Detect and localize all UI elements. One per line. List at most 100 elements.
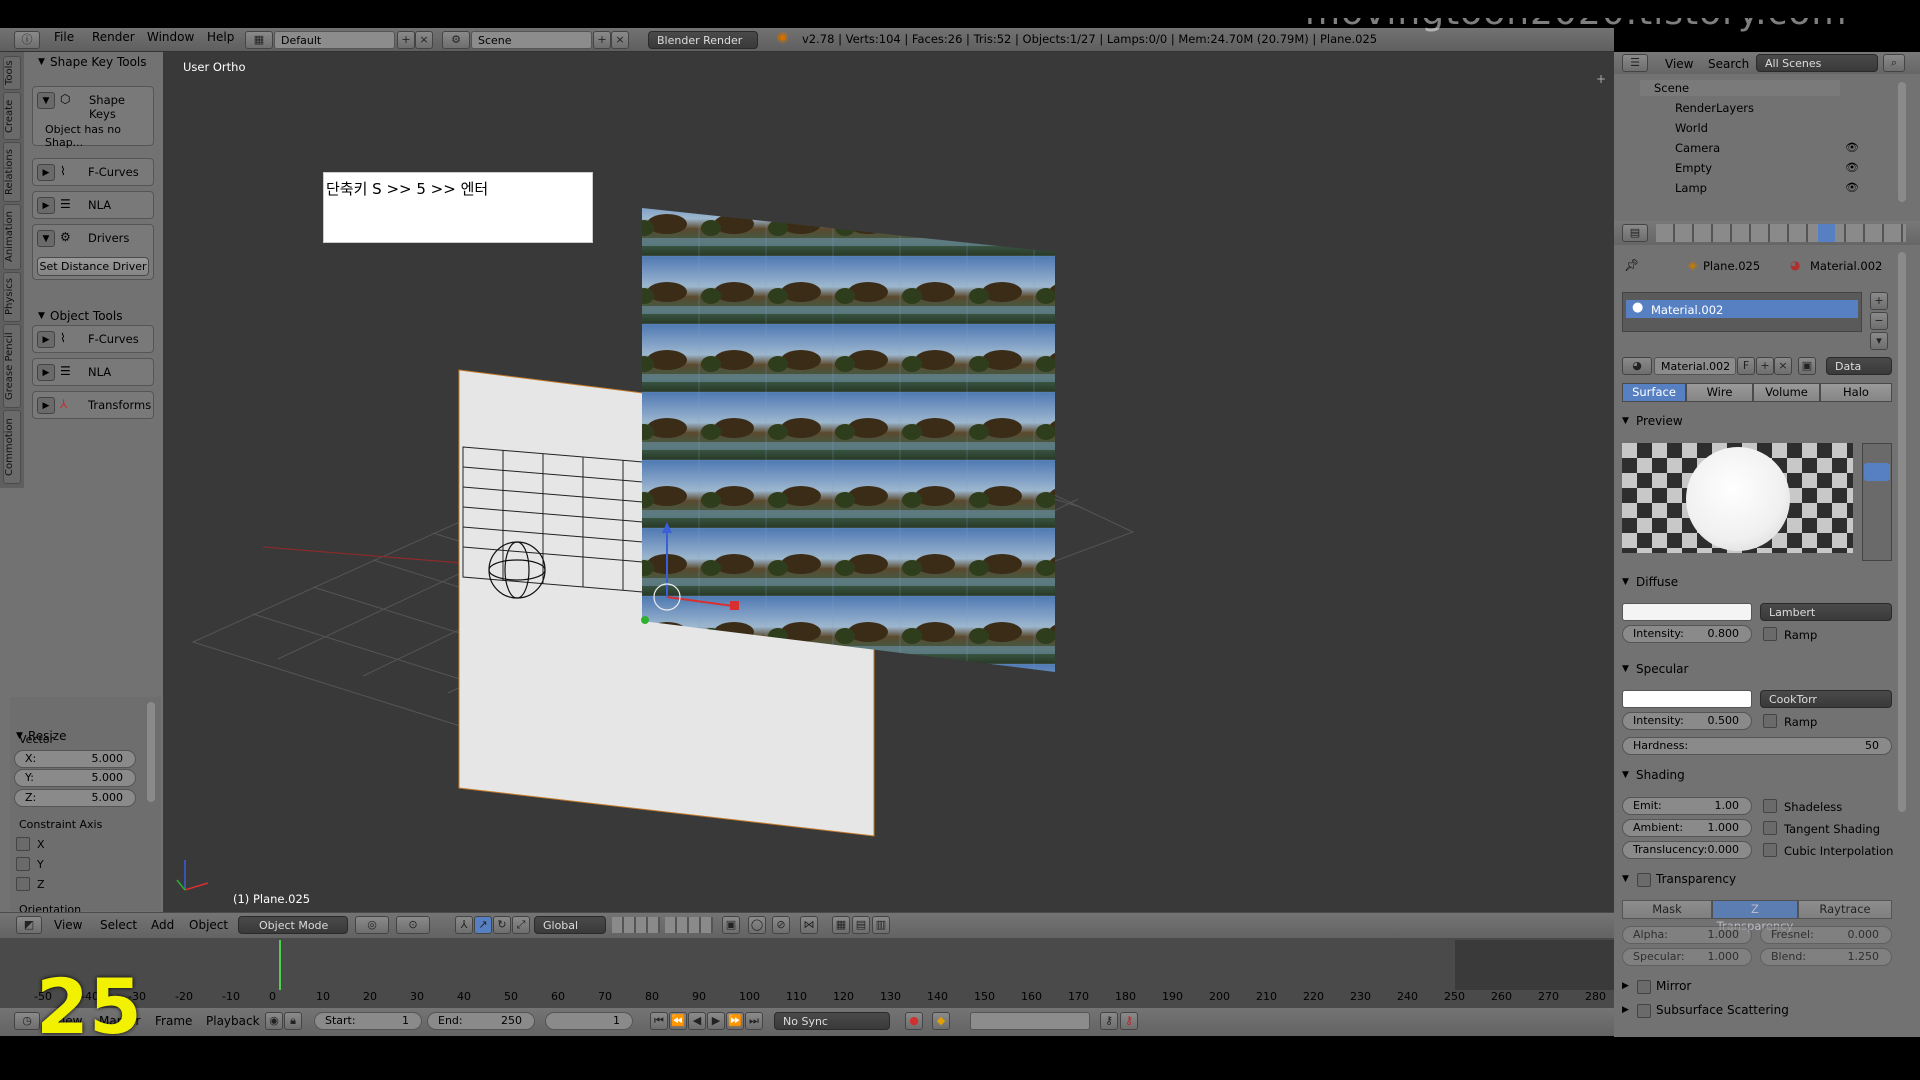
viewport-editor-icon[interactable]: ◩ bbox=[16, 916, 42, 934]
expand-toggle[interactable]: ▶ bbox=[37, 397, 55, 414]
shadeless-checkbox[interactable] bbox=[1763, 799, 1777, 813]
tab-animation[interactable]: Animation bbox=[3, 204, 21, 270]
material-slot-name[interactable]: Material.002 bbox=[1651, 303, 1723, 317]
mirror-checkbox[interactable] bbox=[1637, 980, 1651, 994]
shading-header[interactable]: Shading bbox=[1622, 768, 1685, 782]
3d-viewport[interactable]: User Ortho + 단축키 S >> 5 >> 엔터 (1) Plane.… bbox=[163, 52, 1614, 912]
tab-halo[interactable]: Halo bbox=[1820, 383, 1892, 402]
scene-icon[interactable]: ⚙ bbox=[442, 31, 470, 49]
alpha-field[interactable]: Alpha: 1.000 bbox=[1622, 926, 1752, 944]
specular-header[interactable]: Specular bbox=[1622, 662, 1688, 676]
menu-window[interactable]: Window bbox=[147, 30, 194, 44]
remove-layout-icon[interactable]: × bbox=[415, 31, 433, 49]
add-scene-icon[interactable]: + bbox=[593, 31, 611, 49]
keying-set-field[interactable] bbox=[970, 1012, 1090, 1030]
specular-color-swatch[interactable] bbox=[1622, 690, 1752, 708]
menu-render[interactable]: Render bbox=[92, 30, 135, 44]
fresnel-field[interactable]: Fresnel: 0.000 bbox=[1760, 926, 1892, 944]
menu-help[interactable]: Help bbox=[207, 30, 234, 44]
current-frame-field[interactable]: 1 bbox=[545, 1012, 633, 1030]
layers-grid-2[interactable] bbox=[665, 917, 713, 933]
diffuse-intensity-field[interactable]: Intensity: 0.800 bbox=[1622, 625, 1752, 643]
outliner-item-lamp[interactable]: Lamp bbox=[1675, 181, 1707, 195]
material-tab-icon[interactable] bbox=[1818, 224, 1835, 242]
tab-grease-pencil[interactable]: Grease Pencil bbox=[3, 324, 21, 408]
remove-scene-icon[interactable]: × bbox=[611, 31, 629, 49]
specular-ramp-checkbox[interactable] bbox=[1763, 714, 1777, 728]
editor-type-icon[interactable]: ⓘ bbox=[14, 31, 40, 49]
link-data-dropdown[interactable]: Data bbox=[1826, 357, 1892, 375]
properties-scrollbar[interactable] bbox=[1898, 252, 1906, 812]
lock-range-icon[interactable]: 🔒︎ bbox=[284, 1012, 302, 1030]
record-icon[interactable]: ● bbox=[905, 1012, 923, 1030]
fcurves-panel-1[interactable]: ▶ ⌇ F-Curves bbox=[32, 158, 154, 186]
outliner-filter-dropdown[interactable]: All Scenes bbox=[1756, 54, 1878, 72]
visibility-eye-icon[interactable]: 👁︎ bbox=[1845, 141, 1859, 154]
play-reverse-icon[interactable]: ◀ bbox=[688, 1012, 706, 1030]
orientation-dropdown[interactable]: Global bbox=[534, 916, 606, 934]
tangent-shading-checkbox[interactable] bbox=[1763, 821, 1777, 835]
material-browse-icon[interactable]: ◕ bbox=[1622, 357, 1652, 375]
outliner-view-menu[interactable]: View bbox=[1665, 57, 1693, 71]
outliner-item-world[interactable]: World bbox=[1675, 121, 1708, 135]
diffuse-color-swatch[interactable] bbox=[1622, 603, 1752, 621]
prev-keyframe-icon[interactable]: ⏪ bbox=[669, 1012, 687, 1030]
sss-checkbox[interactable] bbox=[1637, 1004, 1651, 1018]
properties-editor-icon[interactable]: ▤ bbox=[1622, 224, 1648, 242]
add-layout-icon[interactable]: + bbox=[397, 31, 415, 49]
pin-icon[interactable]: 📌︎ bbox=[1624, 258, 1639, 272]
vp-menu-add[interactable]: Add bbox=[151, 918, 174, 932]
emit-field[interactable]: Emit: 1.00 bbox=[1622, 797, 1752, 815]
mirror-header[interactable]: Mirror bbox=[1622, 979, 1691, 993]
collapse-toggle[interactable]: ▼ bbox=[37, 92, 55, 109]
tab-commotion[interactable]: Commotion bbox=[3, 410, 21, 484]
render-opengl-icon[interactable]: ▦ bbox=[832, 916, 850, 934]
snap-element-icon[interactable]: ⋈ bbox=[800, 916, 818, 934]
new-material-icon[interactable]: + bbox=[1756, 357, 1774, 375]
unlink-material-icon[interactable]: × bbox=[1774, 357, 1792, 375]
tl-menu-frame[interactable]: Frame bbox=[155, 1014, 192, 1028]
collapse-toggle[interactable]: ▼ bbox=[37, 230, 55, 247]
constraint-x-checkbox[interactable] bbox=[16, 837, 30, 851]
visibility-eye-icon[interactable]: 👁︎ bbox=[1845, 181, 1859, 194]
slot-menu-icon[interactable]: ▾ bbox=[1870, 332, 1888, 350]
layout-icon[interactable]: ▦ bbox=[245, 31, 273, 49]
tab-physics[interactable]: Physics bbox=[3, 272, 21, 322]
diffuse-header[interactable]: Diffuse bbox=[1622, 575, 1678, 589]
scene-field[interactable]: Scene bbox=[471, 31, 592, 49]
rotate-icon[interactable]: ↻ bbox=[493, 916, 511, 934]
expand-toggle[interactable]: ▶ bbox=[37, 197, 55, 214]
next-keyframe-icon[interactable]: ⏩ bbox=[726, 1012, 744, 1030]
current-frame-indicator[interactable] bbox=[279, 940, 281, 990]
lock-layers-icon[interactable]: ▣ bbox=[722, 916, 740, 934]
render-engine-dropdown[interactable]: Blender Render bbox=[648, 31, 758, 49]
sync-dropdown[interactable]: No Sync bbox=[774, 1012, 890, 1030]
outliner-search-menu[interactable]: Search bbox=[1708, 57, 1749, 71]
tab-tools[interactable]: Tools bbox=[3, 56, 21, 90]
outliner-search-icon[interactable]: ⌕ bbox=[1883, 54, 1905, 72]
scale-z-field[interactable]: Z: 5.000 bbox=[14, 789, 136, 807]
diffuse-shader-dropdown[interactable]: Lambert bbox=[1760, 603, 1892, 621]
scale-y-field[interactable]: Y: 5.000 bbox=[14, 769, 136, 787]
jump-end-icon[interactable]: ⏭ bbox=[745, 1012, 763, 1030]
remove-slot-icon[interactable]: − bbox=[1870, 312, 1888, 330]
keyframe-icon[interactable]: ◆ bbox=[932, 1012, 950, 1030]
tab-wire[interactable]: Wire bbox=[1686, 383, 1753, 402]
copy-material-icon[interactable]: ▣ bbox=[1798, 357, 1816, 375]
fake-user-button[interactable]: F bbox=[1737, 357, 1755, 375]
pivot-icon[interactable]: ⊙ bbox=[396, 916, 430, 934]
material-name-field[interactable]: Material.002 bbox=[1654, 357, 1736, 375]
delete-key-icon[interactable]: ⚷ bbox=[1120, 1012, 1138, 1030]
tab-surface[interactable]: Surface bbox=[1622, 383, 1686, 402]
nla-panel-2[interactable]: ▶ ☰ NLA bbox=[32, 358, 154, 386]
blend-field[interactable]: Blend: 1.250 bbox=[1760, 948, 1892, 966]
manipulator-icon[interactable]: ⅄ bbox=[455, 916, 473, 934]
menu-file[interactable]: File bbox=[54, 30, 74, 44]
expand-toggle[interactable]: ▶ bbox=[37, 164, 55, 181]
vp-menu-view[interactable]: View bbox=[54, 918, 82, 932]
specular-shader-dropdown[interactable]: CookTorr bbox=[1760, 690, 1892, 708]
jump-start-icon[interactable]: ⏮ bbox=[650, 1012, 668, 1030]
vp-menu-object[interactable]: Object bbox=[189, 918, 228, 932]
snap-icon[interactable]: ⊘ bbox=[772, 916, 790, 934]
transforms-panel[interactable]: ▶ ⅄ Transforms bbox=[32, 391, 154, 419]
